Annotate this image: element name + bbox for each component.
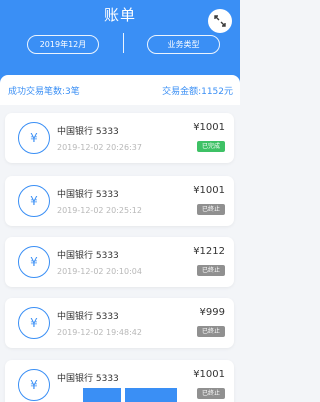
yen-coin-icon: ¥ bbox=[18, 369, 50, 401]
status-badge: 已完成 bbox=[197, 141, 225, 152]
transaction-card[interactable]: ¥ 中国银行 5333 2019-12-02 20:25:12 ¥1001 已终… bbox=[5, 176, 234, 226]
yen-coin-icon: ¥ bbox=[18, 122, 50, 154]
transaction-amount: ¥999 bbox=[199, 307, 225, 318]
expand-icon bbox=[214, 15, 226, 27]
transaction-card[interactable]: ¥ 中国银行 5333 2019-12-02 19:48:42 ¥999 已终止 bbox=[5, 298, 234, 348]
transaction-card[interactable]: ¥ 中国银行 5333 2019-12-02 20:10:04 ¥1212 已终… bbox=[5, 237, 234, 287]
transaction-time: 2019-12-02 20:10:04 bbox=[57, 267, 142, 276]
transaction-amount: ¥1001 bbox=[193, 185, 225, 196]
bank-name: 中国银行 5333 bbox=[57, 312, 119, 322]
bank-name: 中国银行 5333 bbox=[57, 127, 119, 137]
filter-divider bbox=[123, 33, 124, 53]
bank-name: 中国银行 5333 bbox=[57, 190, 119, 200]
type-filter-button[interactable]: 业务类型 bbox=[147, 35, 220, 54]
transaction-amount: ¥1212 bbox=[193, 246, 225, 257]
status-badge: 已终止 bbox=[197, 265, 225, 276]
transaction-time: 2019-12-02 20:25:12 bbox=[57, 206, 142, 215]
status-badge: 已终止 bbox=[197, 326, 225, 337]
bank-name: 中国银行 5333 bbox=[57, 374, 119, 384]
date-filter-button[interactable]: 2019年12月 bbox=[27, 35, 99, 54]
bottom-tab-block[interactable] bbox=[83, 388, 121, 402]
transaction-time: 2019-12-02 19:48:42 bbox=[57, 328, 142, 337]
summary-bar: 成功交易笔数:3笔 交易金额:1152元 bbox=[0, 75, 240, 105]
bottom-tab-block[interactable] bbox=[125, 388, 177, 402]
total-amount: 交易金额:1152元 bbox=[162, 87, 233, 97]
status-badge: 已终止 bbox=[197, 204, 225, 215]
expand-button[interactable] bbox=[208, 9, 232, 33]
status-badge: 已终止 bbox=[197, 388, 225, 399]
transaction-time: 2019-12-02 20:26:37 bbox=[57, 143, 142, 152]
transaction-card[interactable]: ¥ 中国银行 5333 2019-12-02 20:26:37 ¥1001 已完… bbox=[5, 113, 234, 163]
success-count: 成功交易笔数:3笔 bbox=[8, 87, 80, 97]
transaction-amount: ¥1001 bbox=[193, 369, 225, 380]
bank-name: 中国银行 5333 bbox=[57, 251, 119, 261]
page-title: 账单 bbox=[103, 6, 136, 24]
transaction-amount: ¥1001 bbox=[193, 122, 225, 133]
yen-coin-icon: ¥ bbox=[18, 185, 50, 217]
yen-coin-icon: ¥ bbox=[18, 307, 50, 339]
yen-coin-icon: ¥ bbox=[18, 246, 50, 278]
